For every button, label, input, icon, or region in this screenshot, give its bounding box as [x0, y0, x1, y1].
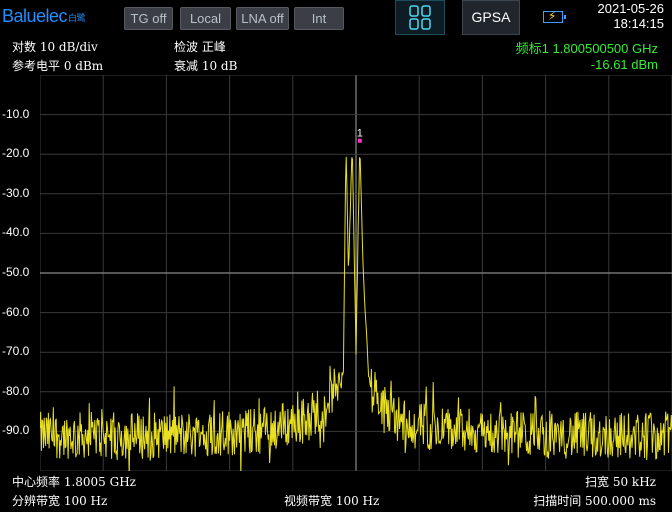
- y-tick-label: -50.0: [2, 265, 30, 279]
- marker-readout: 频标1 1.800500500 GHz: [515, 41, 658, 56]
- attenuation-setting[interactable]: 衰减 10 dB: [174, 57, 237, 74]
- mode-button[interactable]: GPSA: [462, 0, 520, 35]
- y-tick-label: -90.0: [2, 423, 30, 438]
- y-tick-label: -20.0: [2, 146, 30, 161]
- span-setting[interactable]: 扫宽 50 kHz: [585, 473, 656, 490]
- marker-id-label: 1: [357, 128, 363, 140]
- y-tick-label: -80.0: [2, 383, 30, 398]
- y-tick-label: -70.0: [2, 344, 30, 359]
- marker-point[interactable]: [357, 138, 362, 143]
- y-tick-label: -40.0: [2, 225, 30, 240]
- tg-toggle-button[interactable]: TG off: [124, 7, 173, 30]
- y-tick-label: -30.0: [2, 185, 30, 200]
- y-tick-label: -10.0: [2, 106, 30, 121]
- spectrum-chart[interactable]: 1: [39, 74, 672, 477]
- center-frequency[interactable]: 中心频率 1.8005 GHz: [12, 473, 136, 490]
- grid-icon: [409, 5, 431, 30]
- status-time: 18:14:15: [613, 16, 664, 31]
- top-toolbar: Baluelec白鹭 TG off Local LNA off Int GPSA…: [0, 0, 672, 35]
- status-date: 2021-05-26: [597, 1, 665, 16]
- sweep-time-setting[interactable]: 扫描时间 500.000 ms: [533, 492, 656, 509]
- y-tick-label: -60.0: [2, 304, 30, 319]
- detector-setting[interactable]: 检波 正峰: [174, 38, 226, 55]
- scale-setting[interactable]: 对数 10 dB/div: [12, 38, 98, 55]
- lna-toggle-button[interactable]: LNA off: [236, 7, 289, 30]
- battery-charging-icon: ⚡: [543, 9, 566, 23]
- vbw-setting[interactable]: 视频带宽 100 Hz: [284, 492, 379, 509]
- marker-level: -16.61 dBm: [590, 57, 658, 72]
- local-button[interactable]: Local: [180, 7, 231, 30]
- rbw-setting[interactable]: 分辨带宽 100 Hz: [12, 492, 107, 509]
- app-grid-button[interactable]: [395, 0, 445, 35]
- ref-level-setting[interactable]: 参考电平 0 dBm: [12, 57, 103, 74]
- int-ref-button[interactable]: Int: [294, 7, 344, 30]
- spectrum-plot[interactable]: 1: [39, 74, 672, 477]
- brand-logo: Baluelec白鹭: [2, 6, 86, 26]
